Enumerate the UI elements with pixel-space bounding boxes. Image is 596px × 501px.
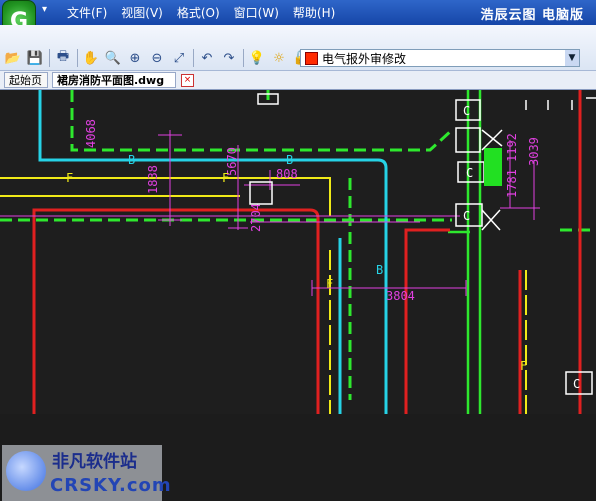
dimension-label: 3804	[386, 289, 415, 303]
cad-drawing: 4068 1838 5670 808 3039 1192 1781 2704 3…	[0, 90, 596, 414]
pipe-label-b: B	[376, 263, 383, 277]
equipment-label: C	[463, 209, 470, 223]
zoom-window-icon[interactable]: 🔍	[104, 49, 122, 67]
watermark-url: CRSKY.com	[50, 475, 172, 496]
document-tabs: 起始页 裙房消防平面图.dwg ×	[0, 71, 596, 90]
zoom-in-icon[interactable]: ⊕	[126, 49, 144, 67]
dimension-label: 1781	[505, 169, 519, 198]
print-icon[interactable]: 🖶	[54, 49, 72, 67]
dimension-label: 1838	[146, 165, 160, 194]
menu-view[interactable]: 视图(V)	[114, 2, 170, 24]
save-icon[interactable]: 💾	[26, 49, 44, 67]
pipe-label-f: F	[326, 277, 333, 291]
pipe-label-b: B	[286, 153, 293, 167]
menu-help[interactable]: 帮助(H)	[286, 2, 342, 24]
dimension-label: 2704	[249, 203, 263, 232]
watermark: 非凡软件站 CRSKY.com	[2, 445, 171, 501]
dimension-label: 4068	[84, 119, 98, 148]
pipe-label-f: F	[66, 171, 73, 185]
system-menu-button[interactable]: ▾	[42, 4, 54, 18]
dimension-label: 808	[276, 167, 298, 181]
menu-bar: 文件(F) 视图(V) 格式(O) 窗口(W) 帮助(H)	[60, 2, 342, 24]
drawing-canvas[interactable]: 4068 1838 5670 808 3039 1192 1781 2704 3…	[0, 90, 596, 501]
pan-icon[interactable]: ✋	[82, 49, 100, 67]
layer-color-swatch	[305, 51, 318, 65]
open-icon[interactable]: 📂	[4, 49, 22, 67]
equipment-label: C	[573, 377, 580, 391]
close-icon[interactable]: ×	[181, 74, 194, 87]
pipe-label-f: F	[222, 171, 229, 185]
toolbar-separator	[193, 49, 194, 67]
layer-name: 电气报外审修改	[322, 51, 407, 66]
pipe-label-b: B	[128, 153, 135, 167]
toolbar-separator	[49, 49, 50, 67]
layer-dropdown[interactable]: 电气报外审修改 ▼	[300, 49, 580, 67]
sun-icon[interactable]: ☼	[270, 49, 288, 67]
toolbar-separator	[77, 49, 78, 67]
title-bar: G ▾ 文件(F) 视图(V) 格式(O) 窗口(W) 帮助(H) 浩辰云图 电…	[0, 0, 596, 44]
highlighted-equipment[interactable]	[484, 148, 502, 186]
pipe-label-f: F	[520, 359, 527, 373]
watermark-title: 非凡软件站	[52, 452, 137, 472]
tab-start-page[interactable]: 起始页	[4, 72, 48, 88]
dimension-label: 3039	[527, 137, 541, 166]
watermark-logo-icon	[6, 451, 46, 491]
dimension-label: 1192	[505, 133, 519, 162]
menu-format[interactable]: 格式(O)	[170, 2, 227, 24]
menu-window[interactable]: 窗口(W)	[227, 2, 286, 24]
equipment-label: C	[466, 166, 473, 180]
equipment-label: C	[463, 104, 470, 118]
toolbar: 📂 💾 🖶 ✋ 🔍 ⊕ ⊖ ⤢ ↶ ↷ 💡 ☼ 🔓 电气报外审修改 ▼	[0, 25, 596, 71]
toolbar-separator	[243, 49, 244, 67]
menu-file[interactable]: 文件(F)	[60, 2, 114, 24]
chevron-down-icon[interactable]: ▼	[565, 50, 579, 66]
zoom-extents-icon[interactable]: ⤢	[170, 49, 188, 67]
tab-drawing[interactable]: 裙房消防平面图.dwg	[52, 72, 176, 88]
redo-icon[interactable]: ↷	[220, 49, 238, 67]
app-title: 浩辰云图 电脑版	[480, 8, 584, 23]
lightbulb-icon[interactable]: 💡	[248, 49, 266, 67]
undo-icon[interactable]: ↶	[198, 49, 216, 67]
zoom-out-icon[interactable]: ⊖	[148, 49, 166, 67]
